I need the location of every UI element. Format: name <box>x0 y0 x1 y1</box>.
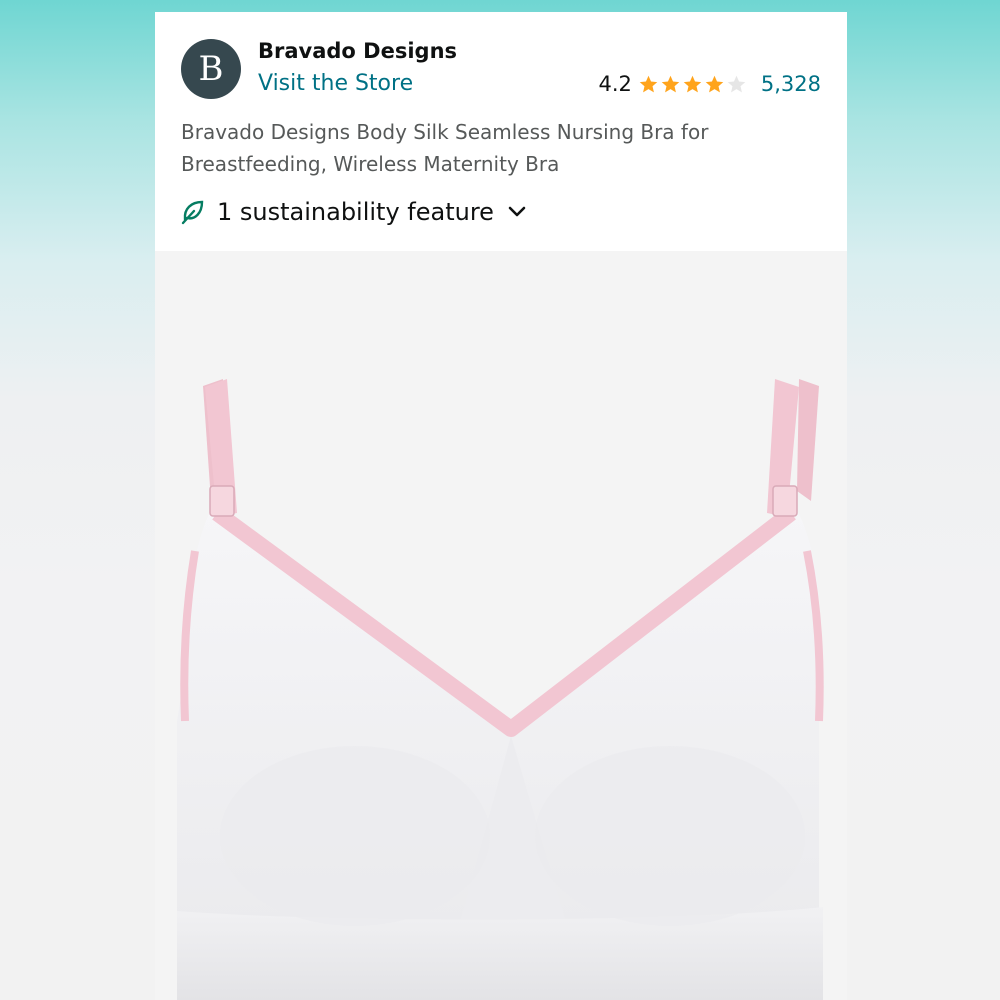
chevron-down-icon[interactable] <box>506 201 528 223</box>
svg-text:B: B <box>199 49 224 89</box>
star-full-icon <box>705 75 724 92</box>
rating-summary[interactable]: 4.2 5,328 <box>598 72 821 96</box>
product-image[interactable] <box>155 251 847 1000</box>
product-header: B Bravado Designs Visit the Store 4.2 5,… <box>155 12 847 251</box>
star-full-icon <box>639 75 658 92</box>
star-rating <box>638 74 747 95</box>
product-title[interactable]: Bravado Designs Body Silk Seamless Nursi… <box>181 116 821 180</box>
star-empty-icon <box>727 75 746 92</box>
leaf-icon <box>181 200 204 225</box>
brand-logo[interactable]: B <box>181 39 241 99</box>
star-full-icon <box>661 75 680 92</box>
brand-name: Bravado Designs <box>258 39 458 63</box>
brand-logo-icon: B <box>199 49 224 89</box>
visit-store-link[interactable]: Visit the Store <box>258 71 413 96</box>
sustainability-label: 1 sustainability feature <box>217 198 494 226</box>
rating-value: 4.2 <box>598 72 632 96</box>
nursing-bra-image <box>177 379 824 1000</box>
star-full-icon <box>683 75 702 92</box>
sustainability-toggle[interactable]: 1 sustainability feature <box>181 198 528 226</box>
review-count-link[interactable]: 5,328 <box>761 72 821 96</box>
product-card: B Bravado Designs Visit the Store 4.2 5,… <box>155 12 847 1000</box>
